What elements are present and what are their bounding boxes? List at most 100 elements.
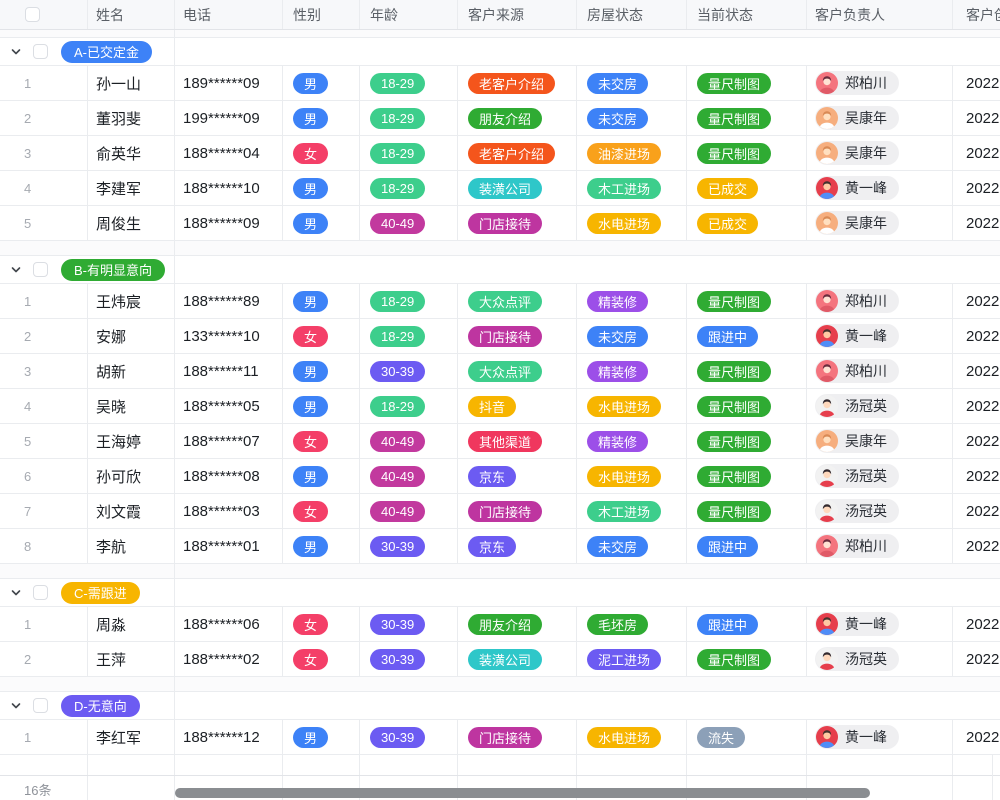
source-cell[interactable]: 门店接待	[458, 206, 577, 240]
row-number-cell[interactable]: 5	[0, 206, 88, 240]
owner-cell[interactable]: 黄一峰	[807, 607, 953, 641]
owner-cell[interactable]: 吴康年	[807, 136, 953, 170]
collapse-chevron-icon[interactable]	[9, 45, 23, 59]
house-status-cell[interactable]: 水电进场	[577, 206, 687, 240]
gender-cell[interactable]: 女	[283, 424, 360, 458]
house-status-cell[interactable]: 油漆进场	[577, 136, 687, 170]
row-number-cell[interactable]: 3	[0, 354, 88, 388]
created-cell[interactable]: 2022-	[953, 607, 1000, 641]
source-cell[interactable]: 朋友介绍	[458, 607, 577, 641]
row-number-cell[interactable]: 4	[0, 389, 88, 423]
source-cell[interactable]: 朋友介绍	[458, 101, 577, 135]
owner-cell[interactable]: 汤冠英	[807, 642, 953, 676]
phone-cell[interactable]: 188******11	[175, 354, 283, 388]
owner-cell[interactable]: 郑柏川	[807, 284, 953, 318]
age-cell[interactable]: 18-29	[360, 319, 458, 353]
created-cell[interactable]: 2022-	[953, 642, 1000, 676]
age-cell[interactable]: 18-29	[360, 389, 458, 423]
created-cell[interactable]: 2022-	[953, 354, 1000, 388]
horizontal-scrollbar-thumb[interactable]	[175, 788, 870, 798]
current-status-cell[interactable]: 量尺制图	[687, 354, 807, 388]
name-cell[interactable]: 孙可欣	[88, 459, 175, 493]
owner-cell[interactable]: 黄一峰	[807, 171, 953, 205]
owner-cell[interactable]: 汤冠英	[807, 459, 953, 493]
phone-cell[interactable]: 133******10	[175, 319, 283, 353]
created-cell[interactable]: 2022-	[953, 66, 1000, 100]
name-cell[interactable]: 李航	[88, 529, 175, 563]
column-header-owner[interactable]: 客户负责人	[807, 0, 953, 29]
age-cell[interactable]: 40-49	[360, 424, 458, 458]
row-number-cell[interactable]: 5	[0, 424, 88, 458]
owner-cell[interactable]: 郑柏川	[807, 66, 953, 100]
age-cell[interactable]: 40-49	[360, 459, 458, 493]
column-header-name[interactable]: 姓名	[88, 0, 175, 29]
row-number-cell[interactable]: 2	[0, 642, 88, 676]
current-status-cell[interactable]: 流失	[687, 720, 807, 754]
owner-cell[interactable]: 吴康年	[807, 206, 953, 240]
age-cell[interactable]: 18-29	[360, 101, 458, 135]
phone-cell[interactable]: 199******09	[175, 101, 283, 135]
house-status-cell[interactable]: 水电进场	[577, 720, 687, 754]
name-cell[interactable]: 王炜宸	[88, 284, 175, 318]
name-cell[interactable]: 王萍	[88, 642, 175, 676]
gender-cell[interactable]: 男	[283, 529, 360, 563]
created-cell[interactable]: 2022-	[953, 101, 1000, 135]
source-cell[interactable]: 大众点评	[458, 354, 577, 388]
house-status-cell[interactable]: 木工进场	[577, 494, 687, 528]
age-cell[interactable]: 18-29	[360, 171, 458, 205]
row-number-cell[interactable]: 6	[0, 459, 88, 493]
current-status-cell[interactable]: 跟进中	[687, 529, 807, 563]
column-header-gender[interactable]: 性别	[283, 0, 360, 29]
name-cell[interactable]: 李建军	[88, 171, 175, 205]
source-cell[interactable]: 门店接待	[458, 720, 577, 754]
row-number-cell[interactable]: 3	[0, 136, 88, 170]
row-number-cell[interactable]: 4	[0, 171, 88, 205]
source-cell[interactable]: 老客户介绍	[458, 136, 577, 170]
created-cell[interactable]: 2022-	[953, 171, 1000, 205]
created-cell[interactable]: 2022-	[953, 136, 1000, 170]
current-status-cell[interactable]: 量尺制图	[687, 136, 807, 170]
group-select-checkbox[interactable]	[33, 44, 48, 59]
source-cell[interactable]: 抖音	[458, 389, 577, 423]
current-status-cell[interactable]: 量尺制图	[687, 284, 807, 318]
owner-cell[interactable]: 黄一峰	[807, 720, 953, 754]
name-cell[interactable]: 安娜	[88, 319, 175, 353]
house-status-cell[interactable]: 精装修	[577, 424, 687, 458]
phone-cell[interactable]: 188******09	[175, 206, 283, 240]
current-status-cell[interactable]: 量尺制图	[687, 101, 807, 135]
phone-cell[interactable]: 188******03	[175, 494, 283, 528]
row-number-cell[interactable]: 2	[0, 101, 88, 135]
column-header-house[interactable]: 房屋状态	[577, 0, 687, 29]
house-status-cell[interactable]: 未交房	[577, 66, 687, 100]
house-status-cell[interactable]: 精装修	[577, 354, 687, 388]
age-cell[interactable]: 40-49	[360, 206, 458, 240]
name-cell[interactable]: 刘文霞	[88, 494, 175, 528]
created-cell[interactable]: 2022-	[953, 720, 1000, 754]
created-cell[interactable]: 2022-	[953, 284, 1000, 318]
phone-cell[interactable]: 188******08	[175, 459, 283, 493]
owner-cell[interactable]: 吴康年	[807, 101, 953, 135]
name-cell[interactable]: 李红军	[88, 720, 175, 754]
age-cell[interactable]: 30-39	[360, 354, 458, 388]
current-status-cell[interactable]: 量尺制图	[687, 424, 807, 458]
age-cell[interactable]: 18-29	[360, 66, 458, 100]
row-number-cell[interactable]: 1	[0, 720, 88, 754]
house-status-cell[interactable]: 精装修	[577, 284, 687, 318]
current-status-cell[interactable]: 量尺制图	[687, 389, 807, 423]
gender-cell[interactable]: 男	[283, 459, 360, 493]
created-cell[interactable]: 2022-	[953, 389, 1000, 423]
gender-cell[interactable]: 女	[283, 136, 360, 170]
name-cell[interactable]: 孙一山	[88, 66, 175, 100]
age-cell[interactable]: 30-39	[360, 642, 458, 676]
source-cell[interactable]: 门店接待	[458, 494, 577, 528]
source-cell[interactable]: 京东	[458, 529, 577, 563]
source-cell[interactable]: 老客户介绍	[458, 66, 577, 100]
owner-cell[interactable]: 郑柏川	[807, 354, 953, 388]
house-status-cell[interactable]: 毛坯房	[577, 607, 687, 641]
collapse-chevron-icon[interactable]	[9, 699, 23, 713]
phone-cell[interactable]: 188******12	[175, 720, 283, 754]
current-status-cell[interactable]: 跟进中	[687, 607, 807, 641]
created-cell[interactable]: 2022-	[953, 319, 1000, 353]
house-status-cell[interactable]: 木工进场	[577, 171, 687, 205]
owner-cell[interactable]: 黄一峰	[807, 319, 953, 353]
